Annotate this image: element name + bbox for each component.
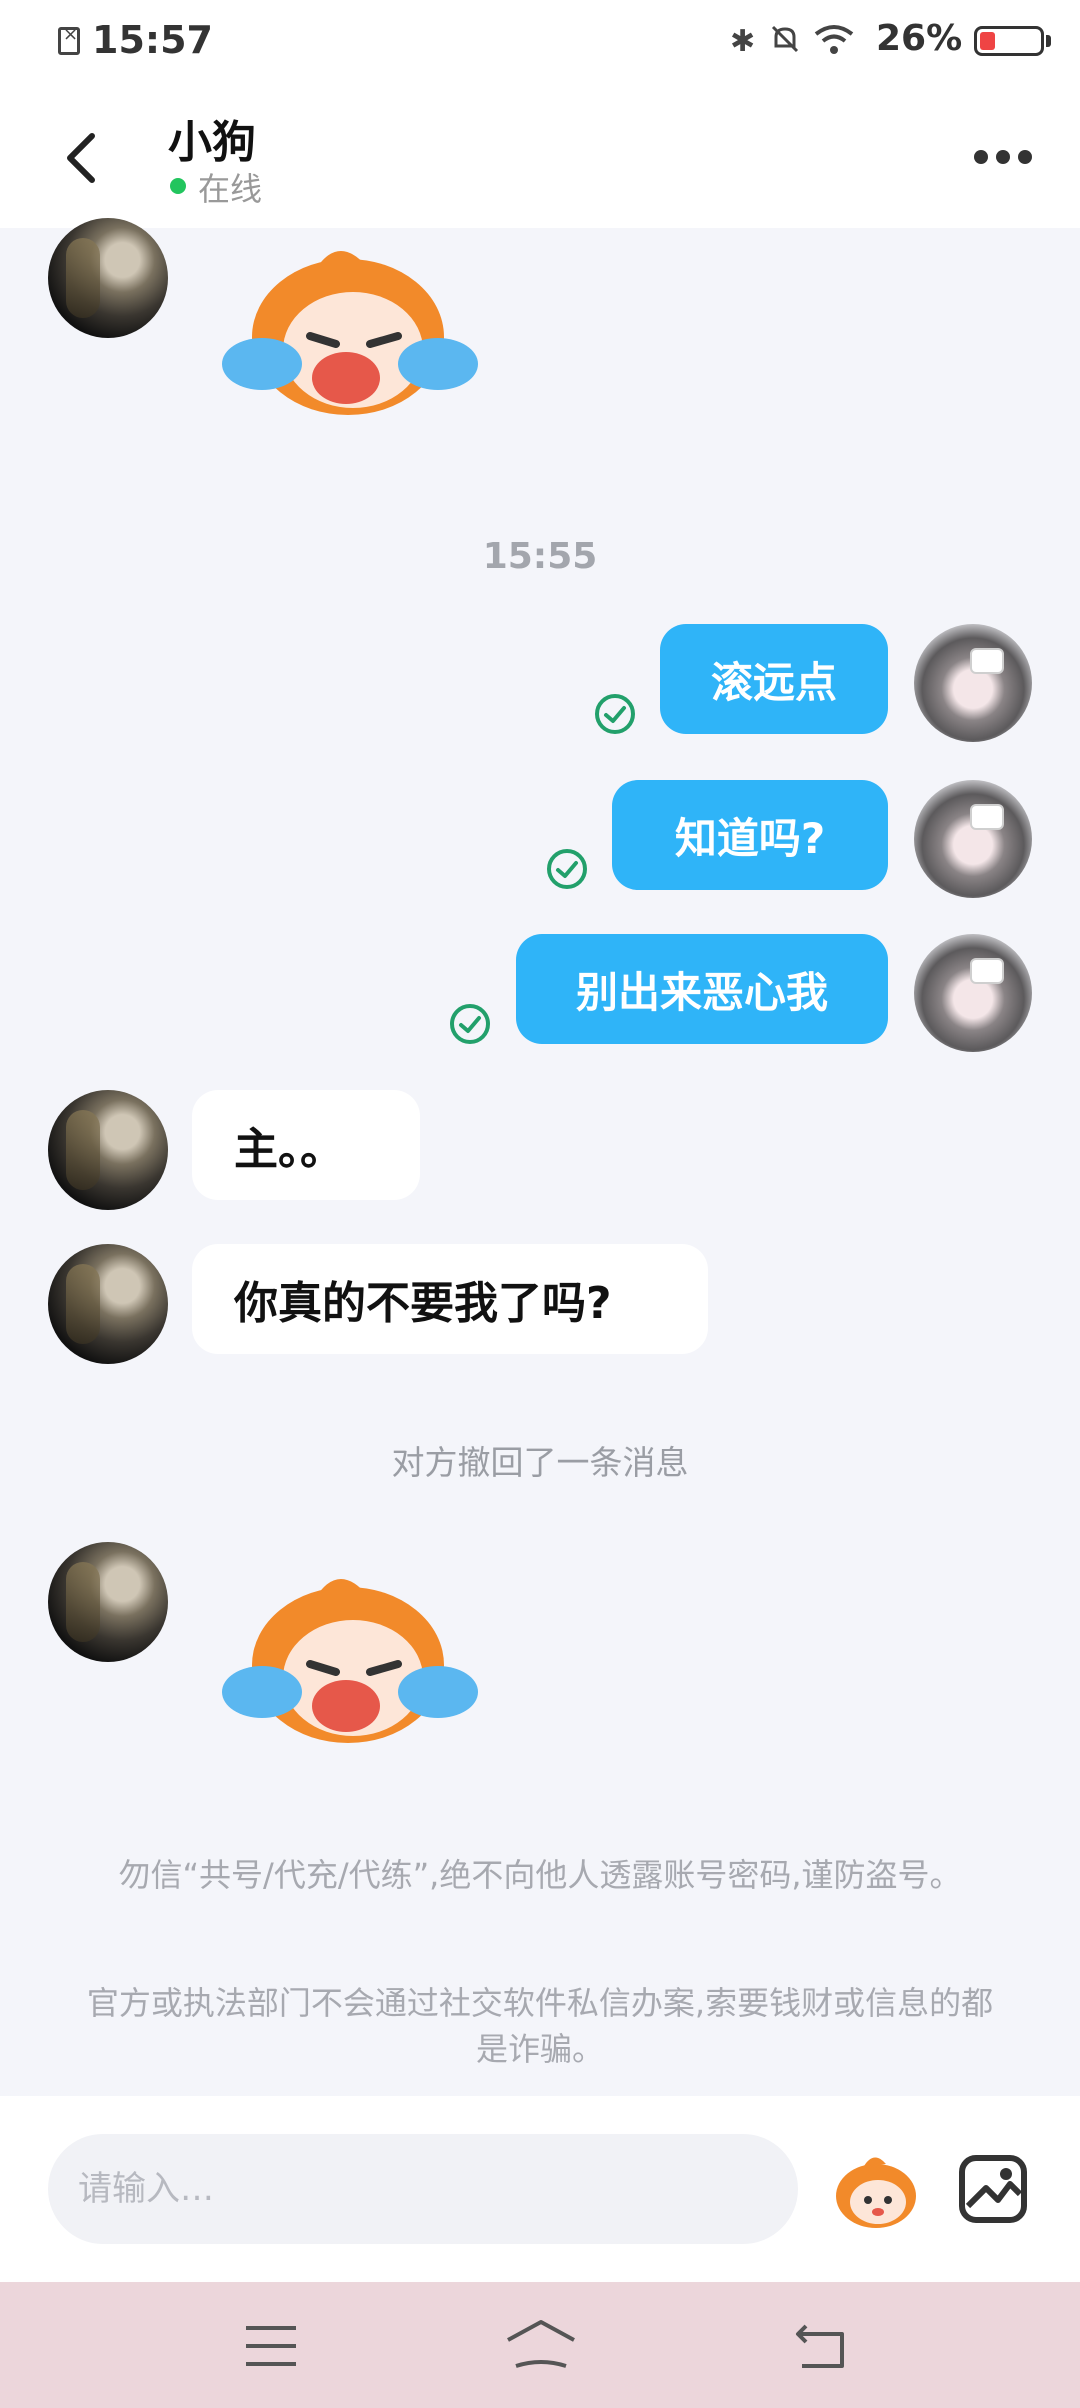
message-input[interactable]	[48, 2134, 798, 2244]
read-check-icon	[547, 849, 587, 889]
my-avatar[interactable]	[914, 934, 1032, 1052]
bell-muted-icon	[771, 25, 799, 53]
contact-avatar[interactable]	[48, 1244, 168, 1364]
chat-header: 小狗 在线	[0, 86, 1080, 228]
recall-notice: 对方撤回了一条消息	[391, 1443, 689, 1482]
contact-avatar[interactable]	[48, 1090, 168, 1210]
sticker-button-icon[interactable]	[830, 2150, 922, 2230]
my-avatar[interactable]	[914, 780, 1032, 898]
read-check-icon	[595, 694, 635, 734]
status-indicators: ✱ 26%	[700, 18, 1080, 68]
received-message[interactable]: 主。。	[192, 1090, 420, 1200]
battery-fill	[980, 32, 995, 50]
sent-message[interactable]: 别出来恶心我	[516, 934, 888, 1044]
image-icon[interactable]	[958, 2154, 1028, 2224]
contact-avatar[interactable]	[48, 218, 168, 338]
contact-name: 小狗	[168, 117, 256, 168]
battery-tip	[1046, 35, 1051, 47]
more-options-icon[interactable]	[974, 148, 1034, 168]
read-check-icon	[450, 1004, 490, 1044]
status-time: 15:57	[92, 18, 213, 62]
anti-fraud-notice: 勿信“共号/代充/代练”,绝不向他人透露账号密码,谨防盗号。	[118, 1856, 962, 1894]
system-nav-bar	[0, 2282, 1080, 2408]
battery-percent: 26%	[876, 18, 963, 59]
crying-sticker[interactable]	[218, 1560, 478, 1750]
online-status: 在线	[198, 170, 263, 208]
input-bar	[0, 2096, 1080, 2282]
home-icon[interactable]	[504, 2318, 578, 2370]
back-icon[interactable]	[58, 128, 108, 188]
anti-fraud-notice: 官方或执法部门不会通过社交软件私信办案,索要钱财或信息的都是诈骗。	[86, 1984, 994, 2068]
contact-avatar[interactable]	[48, 1542, 168, 1662]
crying-sticker[interactable]	[218, 232, 478, 422]
sent-message[interactable]: 知道吗?	[612, 780, 888, 890]
recent-apps-icon[interactable]	[244, 2324, 298, 2368]
my-avatar[interactable]	[914, 624, 1032, 742]
status-bar: 15:57 ✱ 26%	[0, 0, 1080, 86]
no-sim-icon	[58, 24, 80, 55]
bluetooth-icon: ✱	[730, 24, 756, 59]
sent-message[interactable]: 滚远点	[660, 624, 888, 734]
online-indicator	[170, 178, 186, 194]
wifi-icon	[814, 25, 854, 54]
back-nav-icon[interactable]	[794, 2322, 850, 2370]
message-timestamp: 15:55	[482, 536, 598, 577]
received-message[interactable]: 你真的不要我了吗?	[192, 1244, 708, 1354]
battery-icon	[974, 26, 1044, 56]
